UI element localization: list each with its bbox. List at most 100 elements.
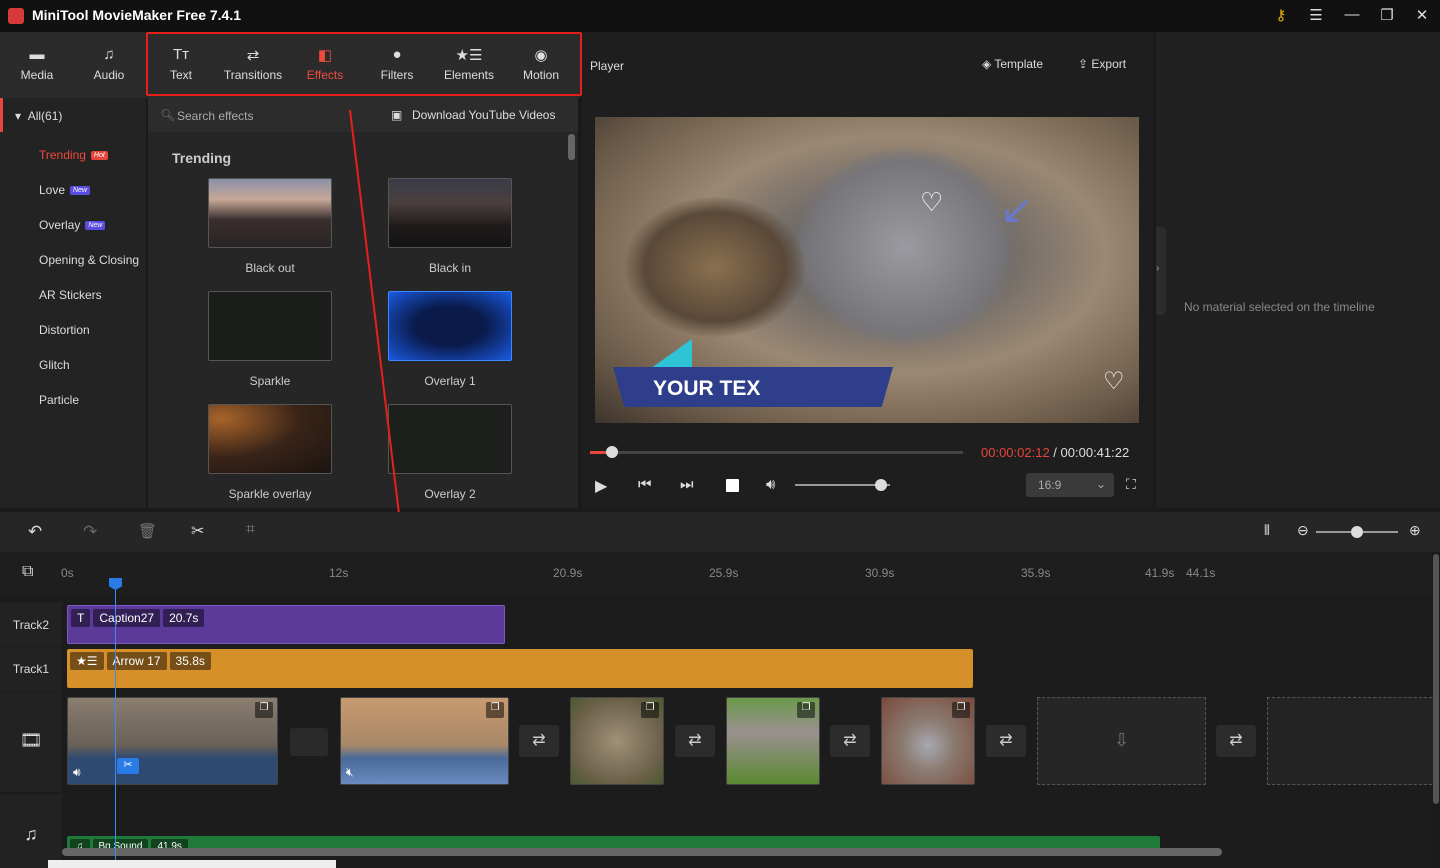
category-trending[interactable]: Trending Hot bbox=[39, 148, 108, 162]
swap-icon: ⇄ bbox=[246, 47, 260, 64]
scissors-icon[interactable]: ✂ bbox=[191, 521, 204, 541]
tab-effects[interactable]: ◧ Effects bbox=[289, 32, 361, 98]
menu-icon[interactable]: ☰ bbox=[1306, 6, 1326, 24]
track1-label: Track1 bbox=[0, 647, 62, 691]
clip-name: Caption27 bbox=[93, 609, 161, 627]
tick-label: 41.9s bbox=[1145, 566, 1175, 580]
muted-icon[interactable]: 🔇︎ bbox=[346, 765, 354, 780]
time-display: 00:00:02:12 / 00:00:41:22 bbox=[981, 445, 1130, 460]
chevron-down-icon: ⌄ bbox=[1095, 477, 1106, 491]
category-distortion[interactable]: Distortion bbox=[39, 323, 90, 337]
transition-slot-icon[interactable]: ⇄ bbox=[519, 725, 559, 757]
transition-slot-icon[interactable]: ⇄ bbox=[986, 725, 1026, 757]
image-clip-gray-kitten[interactable]: ❐ bbox=[881, 697, 975, 785]
tab-audio[interactable]: ♫ Audio bbox=[73, 32, 145, 98]
category-glitch[interactable]: Glitch bbox=[39, 358, 70, 372]
timeline-horizontal-scrollbar[interactable] bbox=[62, 848, 1222, 856]
text-icon: Tт bbox=[172, 46, 190, 63]
clip-options-icon[interactable]: ❐ bbox=[641, 702, 659, 718]
minimize-button[interactable]: — bbox=[1342, 6, 1362, 23]
effect-thumb-sparkle-overlay[interactable] bbox=[208, 404, 332, 474]
element-clip[interactable]: ★☰ Arrow 17 35.8s bbox=[67, 649, 973, 688]
tab-text[interactable]: Tт Text bbox=[145, 32, 217, 98]
fullscreen-icon[interactable]: ⛶ bbox=[1126, 476, 1136, 493]
effect-thumb-sparkle[interactable] bbox=[208, 291, 332, 361]
zoom-out-icon[interactable]: ⊖ bbox=[1297, 522, 1309, 539]
crop-icon[interactable]: ⌗ bbox=[246, 521, 255, 539]
template-button[interactable]: ◈ Template bbox=[982, 57, 1043, 71]
tab-media[interactable]: ▬ Media bbox=[1, 32, 73, 98]
export-label: Export bbox=[1091, 57, 1127, 71]
aspect-ratio-select[interactable]: 16:9 ⌄ bbox=[1026, 473, 1114, 497]
category-all[interactable]: ▾ All(61) bbox=[0, 98, 146, 132]
key-icon[interactable]: ⚷ bbox=[1271, 6, 1291, 24]
media-drop-slot[interactable]: ⇩ bbox=[1037, 697, 1206, 785]
category-label: Trending bbox=[39, 148, 86, 162]
seek-handle[interactable] bbox=[606, 446, 619, 458]
upload-icon: ⇪ bbox=[1078, 57, 1089, 71]
search-icon: 🔍︎ bbox=[160, 108, 176, 122]
category-opening-closing[interactable]: Opening & Closing bbox=[39, 253, 143, 267]
category-overlay[interactable]: Overlay New bbox=[39, 218, 106, 232]
media-drop-slot[interactable] bbox=[1267, 697, 1437, 785]
split-scissors-icon[interactable]: ✂ bbox=[117, 758, 139, 774]
app-title: MiniTool MovieMaker Free 7.4.1 bbox=[32, 7, 242, 23]
fit-timeline-icon[interactable]: ⫴ bbox=[1264, 522, 1270, 539]
collapse-toggle[interactable]: › bbox=[1156, 227, 1166, 315]
audio-on-icon[interactable]: 🔊︎ bbox=[73, 765, 81, 780]
volume-handle[interactable] bbox=[874, 479, 887, 491]
effects-scrollbar[interactable] bbox=[568, 134, 575, 160]
image-clip-kittens-grass[interactable]: ❐ bbox=[726, 697, 820, 785]
next-frame-button[interactable]: ⏭ bbox=[680, 476, 694, 493]
template-label: Template bbox=[994, 57, 1044, 71]
aspect-value: 16:9 bbox=[1038, 478, 1062, 492]
maximize-button[interactable]: ❐ bbox=[1377, 6, 1397, 24]
transition-slot-icon[interactable]: ⇄ bbox=[830, 725, 870, 757]
video-clip-2[interactable]: ❐ 🔇︎ bbox=[340, 697, 509, 785]
seek-bar[interactable] bbox=[590, 446, 963, 458]
export-button[interactable]: ⇪ Export bbox=[1078, 57, 1126, 71]
download-youtube-link[interactable]: Download YouTube Videos bbox=[412, 108, 555, 122]
volume-slider[interactable] bbox=[795, 479, 890, 491]
tick-label: 44.1s bbox=[1186, 566, 1216, 580]
caption-clip[interactable]: T Caption27 20.7s bbox=[67, 605, 505, 644]
new-badge: New bbox=[85, 221, 106, 231]
stop-button[interactable] bbox=[726, 479, 739, 492]
previous-frame-button[interactable]: ⏮ bbox=[638, 476, 652, 493]
tab-motion[interactable]: ◉ Motion bbox=[505, 32, 577, 98]
delete-icon[interactable]: 🗑︎ bbox=[138, 522, 157, 540]
tab-elements[interactable]: ★☰ Elements bbox=[433, 32, 505, 98]
effect-thumb-black-out[interactable] bbox=[208, 178, 332, 248]
zoom-slider[interactable] bbox=[1316, 526, 1398, 538]
transition-slot-icon[interactable]: ⇄ bbox=[1216, 725, 1256, 757]
zoom-handle[interactable] bbox=[1351, 526, 1363, 538]
transition-slot-icon[interactable]: ⇄ bbox=[675, 725, 715, 757]
video-clip-1[interactable]: ❐ 🔊︎ bbox=[67, 697, 278, 785]
transition-placeholder[interactable] bbox=[290, 728, 328, 756]
elements-icon: ★☰ bbox=[455, 47, 483, 64]
video-track-icon: 🎞︎ bbox=[0, 692, 62, 792]
title-bar: MiniTool MovieMaker Free 7.4.1 ⚷ ☰ — ❐ ✕ bbox=[0, 0, 1440, 32]
zoom-in-icon[interactable]: ⊕ bbox=[1409, 522, 1421, 539]
clip-options-icon[interactable]: ❐ bbox=[486, 702, 504, 718]
add-track-icon[interactable]: ⧉ bbox=[22, 563, 33, 581]
category-particle[interactable]: Particle bbox=[39, 393, 79, 407]
tab-filters[interactable]: ● Filters bbox=[361, 32, 433, 98]
undo-icon[interactable]: ↶ bbox=[28, 522, 42, 542]
category-ar-stickers[interactable]: AR Stickers bbox=[39, 288, 102, 302]
playhead[interactable] bbox=[115, 584, 116, 868]
clip-options-icon[interactable]: ❐ bbox=[255, 702, 273, 718]
clip-options-icon[interactable]: ❐ bbox=[952, 702, 970, 718]
timeline-vertical-scrollbar[interactable] bbox=[1433, 554, 1439, 804]
music-icon: ♫ bbox=[103, 46, 115, 63]
image-clip-kitten[interactable]: ❐ bbox=[570, 697, 664, 785]
play-button[interactable]: ▶ bbox=[595, 476, 607, 496]
clip-options-icon[interactable]: ❐ bbox=[797, 702, 815, 718]
tab-transitions[interactable]: ⇄ Transitions bbox=[217, 32, 289, 98]
search-input[interactable]: Search effects bbox=[177, 109, 254, 123]
volume-icon[interactable]: 🔊︎ bbox=[766, 476, 775, 493]
category-all-label: All(61) bbox=[27, 109, 63, 123]
category-love[interactable]: Love New bbox=[39, 183, 91, 197]
close-button[interactable]: ✕ bbox=[1412, 6, 1432, 24]
redo-icon[interactable]: ↷ bbox=[83, 522, 97, 542]
